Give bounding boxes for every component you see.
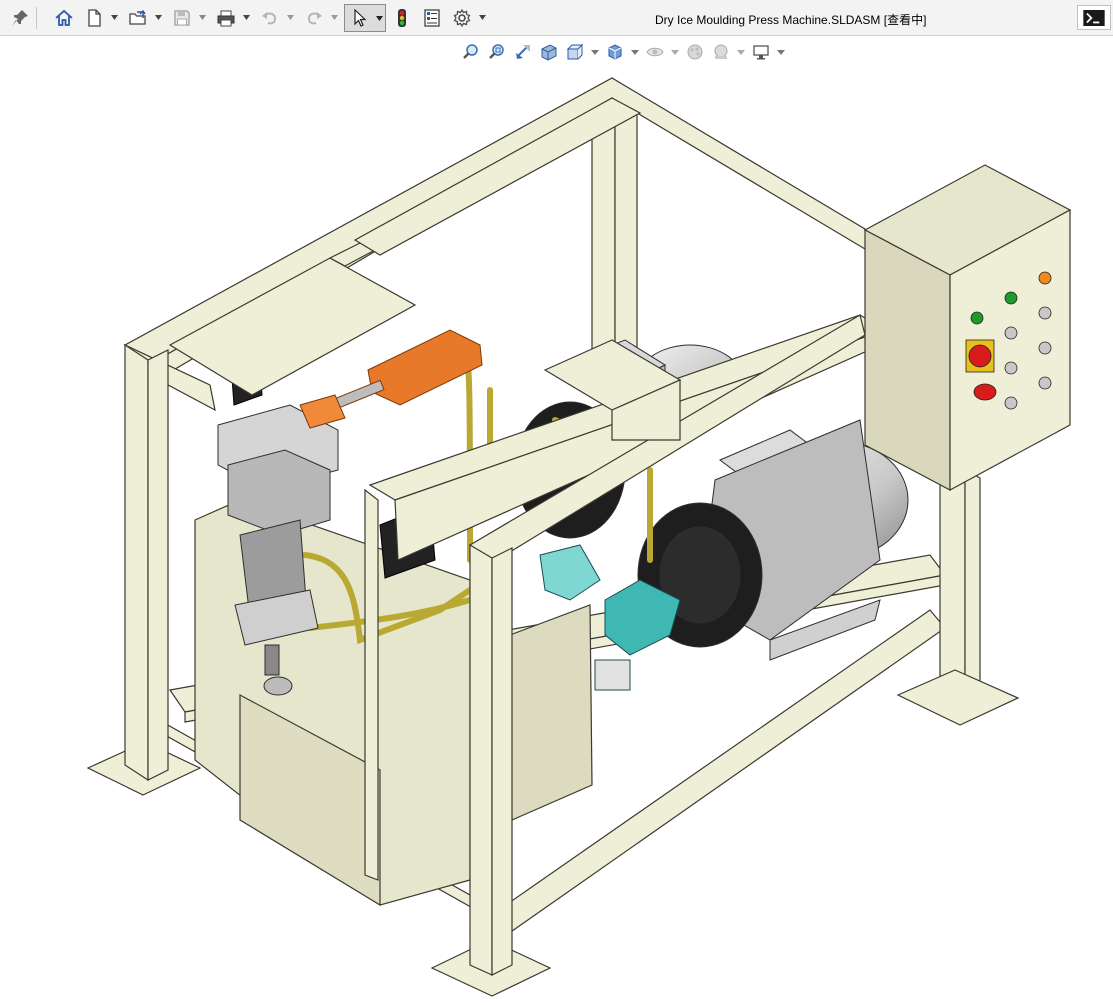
select-cursor-icon bbox=[348, 6, 372, 30]
file-properties-icon[interactable] bbox=[420, 6, 444, 30]
redo-icon[interactable] bbox=[302, 6, 326, 30]
toolbar-separator bbox=[36, 7, 37, 29]
graphics-area[interactable] bbox=[0, 37, 1113, 1005]
select-dropdown-chevron-icon[interactable] bbox=[375, 11, 384, 25]
open-dropdown-chevron-icon[interactable] bbox=[154, 10, 163, 24]
undo-icon[interactable] bbox=[258, 6, 282, 30]
save-icon[interactable] bbox=[170, 6, 194, 30]
rebuild-traffic-light-icon[interactable] bbox=[390, 6, 414, 30]
options-dropdown-chevron-icon[interactable] bbox=[478, 10, 487, 24]
new-document-icon[interactable] bbox=[82, 6, 106, 30]
print-dropdown-chevron-icon[interactable] bbox=[242, 10, 251, 24]
command-search-button[interactable] bbox=[1077, 5, 1111, 30]
options-gear-icon[interactable] bbox=[450, 6, 474, 30]
electric-motor-front[interactable] bbox=[637, 419, 909, 661]
print-icon[interactable] bbox=[214, 6, 238, 30]
open-folder-icon[interactable] bbox=[126, 6, 150, 30]
terminal-icon bbox=[1083, 9, 1105, 26]
redo-dropdown-chevron-icon[interactable] bbox=[330, 10, 339, 24]
new-dropdown-chevron-icon[interactable] bbox=[110, 10, 119, 24]
command-manager-toolbar: Dry Ice Moulding Press Machine.SLDASM [查… bbox=[0, 0, 1113, 36]
pin-icon[interactable] bbox=[8, 6, 32, 30]
home-icon[interactable] bbox=[52, 6, 76, 30]
window-title: Dry Ice Moulding Press Machine.SLDASM [查… bbox=[655, 13, 927, 27]
undo-dropdown-chevron-icon[interactable] bbox=[286, 10, 295, 24]
select-button[interactable] bbox=[344, 4, 386, 32]
control-cabinet[interactable] bbox=[863, 164, 1072, 492]
save-dropdown-chevron-icon[interactable] bbox=[198, 10, 207, 24]
